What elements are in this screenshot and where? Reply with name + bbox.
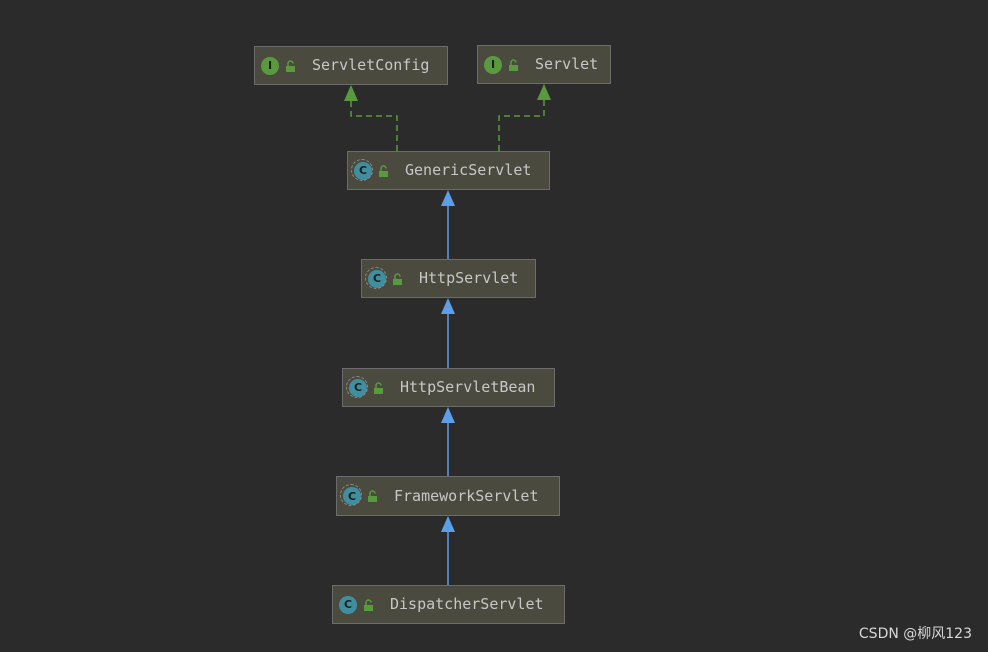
edge-implements-genericservlet-to-servlet — [498, 100, 545, 151]
node-label: Servlet — [535, 55, 599, 73]
node-dispatcherservlet[interactable]: C DispatcherServlet — [332, 585, 565, 624]
arrowhead-extends — [441, 298, 455, 314]
arrowhead-extends — [441, 190, 455, 206]
abstract-class-icon: C — [351, 158, 373, 181]
lock-open-icon — [393, 272, 402, 285]
watermark: CSDN @柳风123 — [858, 626, 972, 642]
inheritance-edges — [344, 84, 551, 585]
node-label: HttpServlet — [419, 269, 519, 287]
class-icon: C — [339, 595, 357, 614]
node-label: FrameworkServlet — [394, 486, 539, 505]
arrowhead-extends — [441, 407, 455, 423]
lock-open-icon — [364, 598, 373, 611]
lock-open-icon — [379, 164, 388, 177]
edge-implements-genericservlet-to-servletconfig — [350, 101, 398, 151]
arrowhead-implements — [344, 85, 358, 101]
node-label: GenericServlet — [405, 161, 532, 179]
interface-icon: I — [484, 55, 502, 74]
node-httpservlet[interactable]: C HttpServlet — [361, 259, 536, 298]
abstract-class-icon: C — [346, 375, 368, 398]
abstract-class-icon: C — [365, 266, 387, 289]
arrowhead-extends — [441, 516, 455, 532]
lock-open-icon — [368, 490, 377, 502]
node-frameworkservlet[interactable]: C FrameworkServlet — [336, 476, 560, 516]
node-label: DispatcherServlet — [390, 595, 544, 613]
node-servlet[interactable]: I Servlet — [477, 45, 611, 84]
node-genericservlet[interactable]: C GenericServlet — [347, 151, 550, 190]
node-servletconfig[interactable]: I ServletConfig — [254, 46, 448, 85]
abstract-class-icon: C — [340, 484, 362, 506]
node-label: HttpServletBean — [400, 378, 536, 396]
lock-open-icon — [509, 58, 518, 71]
lock-open-icon — [286, 59, 295, 72]
arrowhead-implements — [537, 84, 551, 100]
interface-icon: I — [261, 56, 279, 75]
node-httpservletbean[interactable]: C HttpServletBean — [342, 368, 555, 407]
lock-open-icon — [374, 381, 383, 394]
node-label: ServletConfig — [312, 56, 430, 74]
